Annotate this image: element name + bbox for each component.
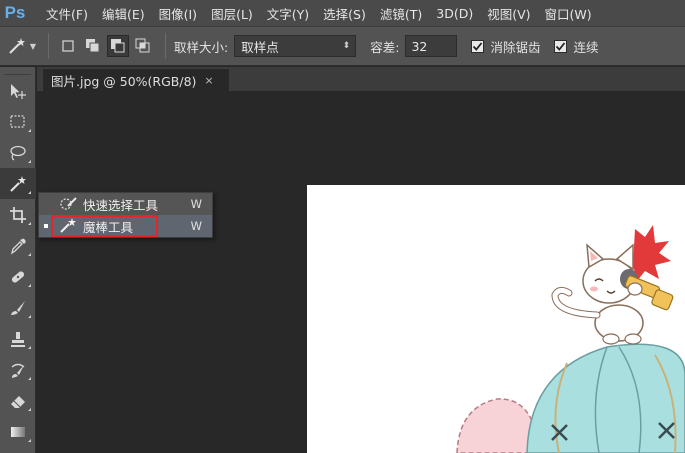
- brush-icon: [11, 300, 25, 315]
- menu-layer[interactable]: 图层(L): [211, 4, 253, 23]
- magic-wand-icon: [10, 175, 26, 192]
- selection-tools-flyout: 快速选择工具 W 魔棒工具 W: [38, 192, 213, 238]
- gradient-tool[interactable]: [0, 416, 36, 447]
- intersect-selection-icon: [135, 38, 150, 53]
- chevron-updown-icon: ⬍: [342, 41, 351, 51]
- healing-brush-tool[interactable]: [0, 261, 36, 292]
- checkmark-icon: [556, 41, 566, 51]
- magic-wand-tool[interactable]: [0, 168, 36, 199]
- lasso-icon: [10, 145, 26, 161]
- menu-file[interactable]: 文件(F): [46, 4, 88, 23]
- chevron-down-icon: ▼: [29, 41, 37, 51]
- submenu-indicator: [28, 222, 31, 225]
- history-brush-tool[interactable]: [0, 354, 36, 385]
- tools-panel: [0, 67, 36, 453]
- shortcut-key: W: [190, 219, 202, 233]
- submenu-indicator: [28, 284, 31, 287]
- submenu-indicator: [28, 129, 31, 132]
- menu-window[interactable]: 窗口(W): [545, 4, 592, 23]
- photoshop-window: Ps 文件(F) 编辑(E) 图像(I) 图层(L) 文字(Y) 选择(S) 滤…: [0, 0, 685, 453]
- quick-selection-icon: [57, 196, 79, 212]
- sample-size-value: 取样点: [241, 39, 279, 55]
- submenu-indicator: [28, 253, 31, 256]
- menu-3d[interactable]: 3D(D): [436, 6, 473, 21]
- new-selection-button[interactable]: [57, 35, 79, 57]
- submenu-indicator: [28, 439, 31, 442]
- history-brush-icon: [11, 363, 25, 378]
- sample-size-select[interactable]: 取样点 ⬍: [234, 35, 357, 57]
- lasso-tool[interactable]: [0, 137, 36, 168]
- add-selection-icon: [86, 39, 100, 53]
- tool-preset-picker[interactable]: ▼: [2, 31, 40, 61]
- document-tab-bar: 图片.jpg @ 50%(RGB/8) ×: [37, 67, 685, 91]
- crop-tool[interactable]: [0, 199, 36, 230]
- menu-image[interactable]: 图像(I): [159, 4, 197, 23]
- move-icon: [11, 83, 26, 99]
- subtract-from-selection-button[interactable]: [107, 35, 129, 57]
- image-canvas[interactable]: [307, 185, 685, 453]
- active-tool-indicator: [44, 224, 48, 228]
- crop-icon: [10, 206, 26, 223]
- subtract-selection-icon: [111, 39, 125, 53]
- flyout-item-magic-wand[interactable]: 魔棒工具 W: [39, 215, 212, 237]
- flyout-item-label: 快速选择工具: [83, 197, 159, 213]
- tolerance-label: 容差:: [370, 39, 400, 55]
- antialias-checkbox[interactable]: [471, 39, 485, 53]
- submenu-indicator: [28, 191, 31, 194]
- antialias-label: 消除锯齿: [490, 39, 541, 55]
- eraser-icon: [11, 395, 25, 408]
- contiguous-label: 连续: [573, 39, 599, 55]
- tolerance-input[interactable]: 32: [405, 35, 458, 57]
- highlight-box: [51, 215, 158, 237]
- brush-tool[interactable]: [0, 292, 36, 323]
- submenu-indicator: [28, 377, 31, 380]
- submenu-indicator: [28, 160, 31, 163]
- menu-edit[interactable]: 编辑(E): [102, 4, 145, 23]
- move-tool[interactable]: [0, 75, 36, 106]
- eraser-tool[interactable]: [0, 385, 36, 416]
- menu-select[interactable]: 选择(S): [323, 4, 366, 23]
- gradient-icon: [11, 426, 25, 437]
- magic-wand-icon: [9, 38, 25, 54]
- clone-stamp-tool[interactable]: [0, 323, 36, 354]
- document-tab-title: 图片.jpg @ 50%(RGB/8): [51, 74, 197, 89]
- submenu-indicator: [28, 408, 31, 411]
- antialias-option[interactable]: 消除锯齿: [471, 37, 540, 56]
- document-tab[interactable]: 图片.jpg @ 50%(RGB/8) ×: [43, 69, 229, 91]
- cartoon-cat-illustration: [456, 225, 685, 453]
- submenu-indicator: [28, 315, 31, 318]
- new-selection-icon: [62, 40, 74, 52]
- clone-stamp-icon: [11, 331, 25, 347]
- options-bar: ▼ 取样大小: 取样点 ⬍ 容差: 32 消除锯齿 连续: [0, 26, 685, 66]
- menu-filter[interactable]: 滤镜(T): [380, 4, 422, 23]
- divider: [48, 33, 49, 59]
- sample-size-label: 取样大小:: [174, 39, 229, 55]
- marquee-tool[interactable]: [0, 106, 36, 137]
- ps-logo: Ps: [4, 3, 26, 22]
- submenu-indicator: [28, 346, 31, 349]
- marquee-icon: [10, 114, 25, 128]
- eyedropper-icon: [10, 238, 26, 254]
- divider: [165, 33, 166, 59]
- close-icon[interactable]: ×: [204, 74, 213, 87]
- intersect-selection-button[interactable]: [132, 35, 154, 57]
- contiguous-option[interactable]: 连续: [554, 37, 598, 56]
- shortcut-key: W: [190, 197, 202, 211]
- checkmark-icon: [473, 41, 483, 51]
- menu-type[interactable]: 文字(Y): [267, 4, 309, 23]
- contiguous-checkbox[interactable]: [554, 39, 568, 53]
- menu-bar: Ps 文件(F) 编辑(E) 图像(I) 图层(L) 文字(Y) 选择(S) 滤…: [0, 0, 685, 26]
- flyout-item-quick-selection[interactable]: 快速选择工具 W: [39, 193, 212, 215]
- menu-view[interactable]: 视图(V): [487, 4, 530, 23]
- eyedropper-tool[interactable]: [0, 230, 36, 261]
- document-area: 图片.jpg @ 50%(RGB/8) ×: [37, 67, 685, 453]
- add-to-selection-button[interactable]: [82, 35, 104, 57]
- healing-brush-icon: [11, 270, 25, 283]
- panel-grip[interactable]: [4, 67, 31, 75]
